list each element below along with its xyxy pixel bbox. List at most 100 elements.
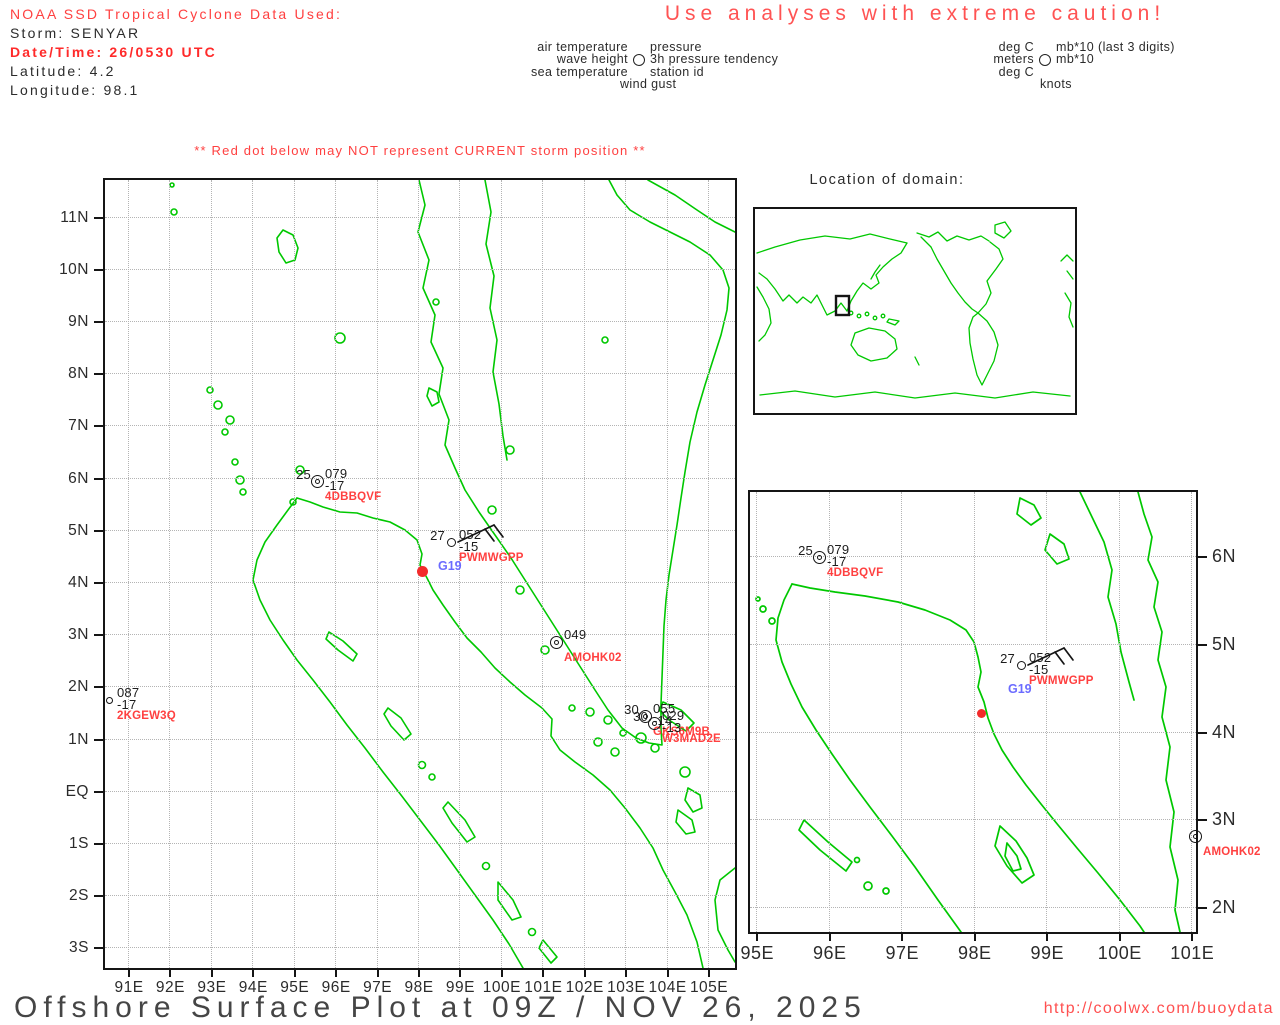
y-axis-tick bbox=[94, 581, 103, 584]
grid-line-vertical bbox=[625, 180, 627, 968]
y-axis-label: 3N bbox=[68, 626, 89, 644]
grid-line-vertical bbox=[252, 180, 254, 968]
wind-barb-icon bbox=[1018, 633, 1082, 674]
grid-line-horizontal bbox=[105, 634, 735, 636]
y-axis-tick bbox=[94, 216, 103, 219]
legend-3h-tendency: 3h pressure tendency bbox=[650, 52, 779, 67]
y-axis-label: 6N bbox=[68, 469, 89, 487]
grid-line-horizontal bbox=[750, 643, 1196, 645]
station-id-label: AMOHK02 bbox=[564, 652, 622, 664]
x-axis-tick bbox=[1046, 934, 1049, 941]
legend-circle-cell bbox=[628, 53, 650, 67]
y-axis-tick bbox=[94, 738, 103, 741]
y-axis-label: 2N bbox=[68, 678, 89, 696]
y-axis-tick bbox=[1198, 819, 1207, 822]
grid-line-vertical bbox=[1118, 492, 1120, 932]
x-axis-tick bbox=[1118, 934, 1121, 941]
y-axis-tick bbox=[94, 373, 103, 376]
grid-line-vertical bbox=[666, 180, 668, 968]
grid-line-vertical bbox=[376, 180, 378, 968]
grid-line-horizontal bbox=[105, 947, 735, 949]
grid-line-horizontal bbox=[105, 790, 735, 792]
x-axis-tick bbox=[901, 934, 904, 941]
y-axis-label: 5N bbox=[1212, 633, 1237, 654]
x-axis-tick bbox=[666, 970, 669, 977]
storm-position-dot-main bbox=[416, 565, 428, 577]
grid-line-vertical bbox=[335, 180, 337, 968]
y-axis-label: 9N bbox=[68, 312, 89, 330]
y-axis-label: 1S bbox=[69, 834, 89, 852]
storm-position-dot-detail bbox=[976, 708, 986, 718]
legend-row: wind gust bbox=[500, 78, 778, 91]
x-axis-tick bbox=[583, 970, 586, 977]
x-axis-label: 100E bbox=[1097, 943, 1142, 963]
y-axis-label: EQ bbox=[65, 782, 89, 800]
noaa-ssd-line: NOAA SSD Tropical Cyclone Data Used: bbox=[10, 6, 343, 22]
units-meters: meters bbox=[993, 52, 1034, 67]
grid-line-horizontal bbox=[105, 373, 735, 375]
grid-line-vertical bbox=[756, 492, 758, 932]
y-axis-tick bbox=[94, 320, 103, 323]
y-axis-tick bbox=[94, 947, 103, 950]
x-axis-tick bbox=[1191, 934, 1194, 941]
legend-spacer bbox=[628, 78, 650, 90]
y-axis-tick bbox=[1198, 643, 1207, 646]
y-axis-label: 8N bbox=[68, 365, 89, 383]
grid-line-vertical bbox=[1046, 492, 1048, 932]
legend-row: wave height 3h pressure tendency bbox=[500, 52, 779, 67]
x-axis-label: 101E bbox=[1170, 943, 1215, 963]
x-axis-tick bbox=[335, 970, 338, 977]
units-deg-c-sea: deg C bbox=[998, 64, 1034, 79]
legend-spacer bbox=[628, 41, 650, 53]
legend-wave-height: wave height bbox=[556, 52, 628, 67]
grid-line-horizontal bbox=[750, 907, 1196, 909]
inset-title: Location of domain: bbox=[809, 172, 965, 188]
y-axis-label: 3S bbox=[69, 939, 89, 957]
x-axis-tick bbox=[459, 970, 462, 977]
y-axis-tick bbox=[94, 686, 103, 689]
x-axis-tick bbox=[542, 970, 545, 977]
wind-barb-icon bbox=[448, 510, 512, 551]
x-axis-tick bbox=[169, 970, 172, 977]
station-id-label: W3MAD2E bbox=[662, 733, 721, 745]
station-double-circle-inner-icon bbox=[652, 721, 657, 726]
x-axis-tick bbox=[210, 970, 213, 977]
y-axis-label: 1N bbox=[68, 730, 89, 748]
x-axis-tick bbox=[293, 970, 296, 977]
grid-line-horizontal bbox=[105, 842, 735, 844]
y-axis-label: 10N bbox=[59, 260, 89, 278]
x-axis-tick bbox=[128, 970, 131, 977]
air-temperature-value: 25 bbox=[296, 467, 311, 482]
y-axis-tick bbox=[94, 477, 103, 480]
y-axis-tick bbox=[94, 634, 103, 637]
latitude-line: Latitude: 4.2 bbox=[10, 63, 116, 79]
station-circle-icon bbox=[633, 54, 645, 67]
station-id-label: PWMWGPP bbox=[1029, 675, 1094, 687]
air-temperature-value: 27 bbox=[430, 528, 445, 543]
grid-line-horizontal bbox=[105, 581, 735, 583]
x-axis-label: 96E bbox=[812, 943, 847, 963]
y-axis-label: 2N bbox=[1212, 897, 1237, 918]
world-inset-map bbox=[753, 207, 1077, 415]
grid-line-horizontal bbox=[105, 477, 735, 479]
grid-line-vertical bbox=[293, 180, 295, 968]
station-double-circle-inner-icon bbox=[1193, 834, 1198, 839]
legend-spacer bbox=[628, 66, 650, 78]
grid-line-horizontal bbox=[105, 529, 735, 531]
y-axis-tick bbox=[1198, 731, 1207, 734]
grid-line-horizontal bbox=[105, 686, 735, 688]
station-id-label: 4DBBQVF bbox=[827, 567, 884, 579]
grid-line-horizontal bbox=[750, 731, 1196, 733]
station-id-label: AMOHK02 bbox=[1203, 846, 1261, 858]
station-circle-icon bbox=[1039, 54, 1051, 67]
legend-row: knots bbox=[948, 78, 1175, 91]
y-axis-label: 2S bbox=[69, 887, 89, 905]
x-axis-tick bbox=[756, 934, 759, 941]
station-small-circle-icon bbox=[106, 697, 113, 704]
station-id-label: PWMWGPP bbox=[459, 552, 524, 564]
y-axis-tick bbox=[94, 425, 103, 428]
y-axis-tick bbox=[94, 529, 103, 532]
x-axis-label: 99E bbox=[1030, 943, 1065, 963]
y-axis-tick bbox=[94, 790, 103, 793]
grid-line-horizontal bbox=[105, 738, 735, 740]
